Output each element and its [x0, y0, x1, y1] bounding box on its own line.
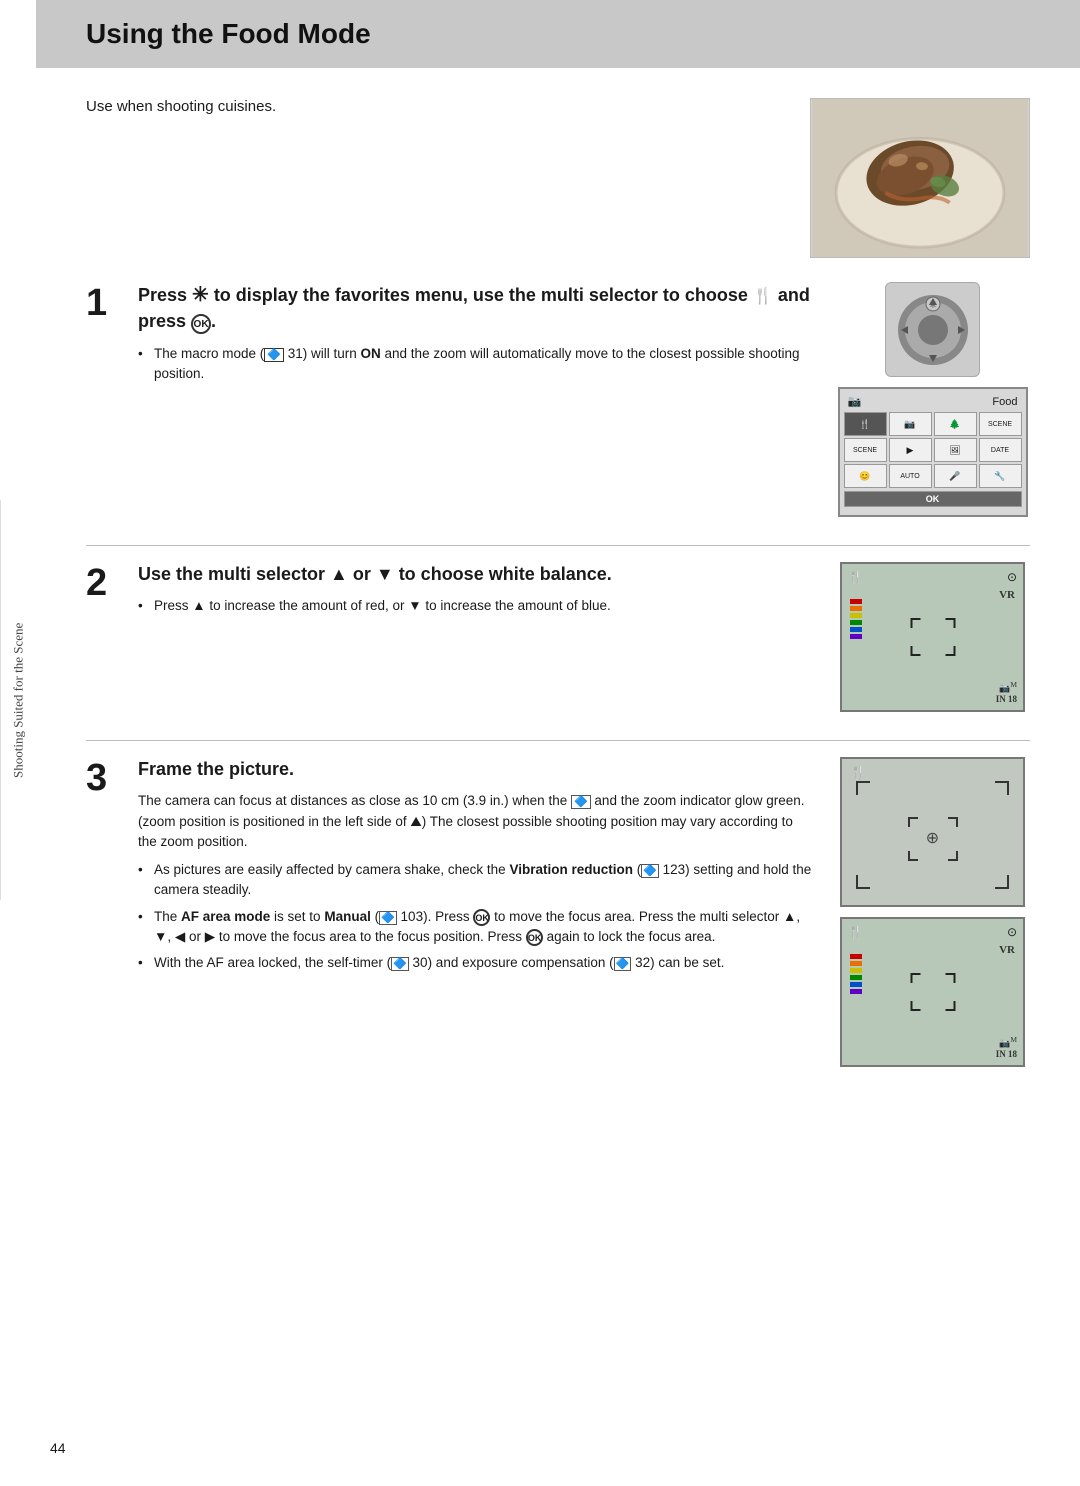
lcd-frame-step3: 🍴: [840, 757, 1025, 907]
menu-cell-auto: AUTO: [889, 464, 932, 488]
step-1-bullets: The macro mode (🔷 31) will turn ON and t…: [138, 344, 815, 385]
lcd-food-icon: 🍴: [848, 570, 863, 585]
lcd-screen-step3b: 🍴 ⊙ VR: [840, 917, 1025, 1067]
lcd2-food-icon: 🍴: [848, 925, 863, 940]
lcd-vr-icon: VR: [999, 589, 1015, 601]
step-3-body: The camera can focus at distances as clo…: [138, 791, 815, 852]
step-2-bullet-1: Press ▲ to increase the amount of red, o…: [138, 596, 815, 616]
page-title: Using the Food Mode: [86, 18, 1030, 50]
step-3-bullet-3: With the AF area locked, the self-timer …: [138, 953, 815, 973]
sidebar-label: Shooting Suited for the Scene: [0, 500, 36, 900]
menu-cell-wrench: 🔧: [979, 464, 1022, 488]
frame-corner-tr: [995, 781, 1009, 795]
main-content: Using the Food Mode Use when shooting cu…: [36, 0, 1080, 1486]
frame-corner-br: [995, 875, 1009, 889]
menu-cell-face: 😊: [844, 464, 887, 488]
page-container: Shooting Suited for the Scene Using the …: [0, 0, 1080, 1486]
step-2-bullets: Press ▲ to increase the amount of red, o…: [138, 596, 815, 616]
lcd-screen-step2: 🍴 ⊙ VR: [840, 562, 1025, 712]
menu-cell-camera: 📷: [889, 412, 932, 436]
menu-cell-tree: 🌲: [934, 412, 977, 436]
menu-cell-scene1: SCENE: [979, 412, 1022, 436]
menu-cell-scene2: SCENE: [844, 438, 887, 462]
title-bar: Using the Food Mode: [36, 0, 1080, 68]
frame-corner-bl: [856, 875, 870, 889]
step-3-images: 🍴: [835, 757, 1030, 1067]
step-1-images: ✳ 📷: [835, 282, 1030, 517]
step-1-bullet-1: The macro mode (🔷 31) will turn ON and t…: [138, 344, 815, 385]
frame-corner-tl: [856, 781, 870, 795]
step-3-bullet-2: The AF area mode is set to Manual (🔷 103…: [138, 907, 815, 948]
step-1-text: Press ✳ to display the favorites menu, u…: [138, 282, 815, 517]
menu-cell-play: ▶: [889, 438, 932, 462]
menu-cell-date: DATE: [979, 438, 1022, 462]
menu-cell-portrait: 🖼: [934, 438, 977, 462]
lcd-bottom-icons: 📷M IN 18: [996, 680, 1017, 704]
frame-center-target: ⊕: [908, 817, 958, 861]
intro-text: Use when shooting cuisines.: [86, 98, 276, 115]
selector-button-image: ✳: [885, 282, 980, 377]
lcd2-timer-icon: ⊙: [1007, 925, 1017, 940]
step-3-bullets: As pictures are easily affected by camer…: [138, 860, 815, 973]
step-2: 2 Use the multi selector ▲ or ▼ to choos…: [86, 562, 1030, 712]
step-3-header: Frame the picture.: [138, 757, 815, 781]
color-bars-2: [850, 954, 862, 994]
step-1-content: Press ✳ to display the favorites menu, u…: [138, 282, 1030, 517]
step-2-text: Use the multi selector ▲ or ▼ to choose …: [138, 562, 815, 712]
nav-arrows: ⊕: [926, 831, 939, 847]
lcd-center-brackets: [910, 618, 955, 656]
step-2-content: Use the multi selector ▲ or ▼ to choose …: [138, 562, 1030, 712]
food-photo: [810, 98, 1030, 258]
lcd-timer-icon: ⊙: [1007, 570, 1017, 585]
step-3-number: 3: [86, 757, 138, 1067]
menu-cell-mic: 🎤: [934, 464, 977, 488]
page-number: 44: [50, 1440, 66, 1456]
step-3-text: Frame the picture. The camera can focus …: [138, 757, 815, 1067]
step-2-images: 🍴 ⊙ VR: [835, 562, 1030, 712]
step-1-header: Press ✳ to display the favorites menu, u…: [138, 282, 815, 334]
content-area: Use when shooting cuisines.: [36, 98, 1080, 1067]
frame-food-icon: 🍴: [850, 765, 866, 781]
menu-cell-ok: OK: [844, 491, 1022, 507]
lcd2-vr-icon: VR: [999, 944, 1015, 956]
step-2-header: Use the multi selector ▲ or ▼ to choose …: [138, 562, 815, 586]
step-2-number: 2: [86, 562, 138, 712]
color-bars: [850, 599, 862, 639]
menu-screen-step1: 📷 Food 🍴 📷 🌲 SCENE SCENE ▶: [838, 387, 1028, 517]
step-1-number: 1: [86, 282, 138, 517]
lcd2-center-brackets: [910, 973, 955, 1011]
step-1: 1 Press ✳ to display the favorites menu,…: [86, 282, 1030, 517]
step-3-bullet-1: As pictures are easily affected by camer…: [138, 860, 815, 901]
step-3-content: Frame the picture. The camera can focus …: [138, 757, 1030, 1067]
lcd2-bottom-icons: 📷M IN 18: [996, 1035, 1017, 1059]
step-3: 3 Frame the picture. The camera can focu…: [86, 757, 1030, 1067]
menu-cell-food: 🍴: [844, 412, 887, 436]
